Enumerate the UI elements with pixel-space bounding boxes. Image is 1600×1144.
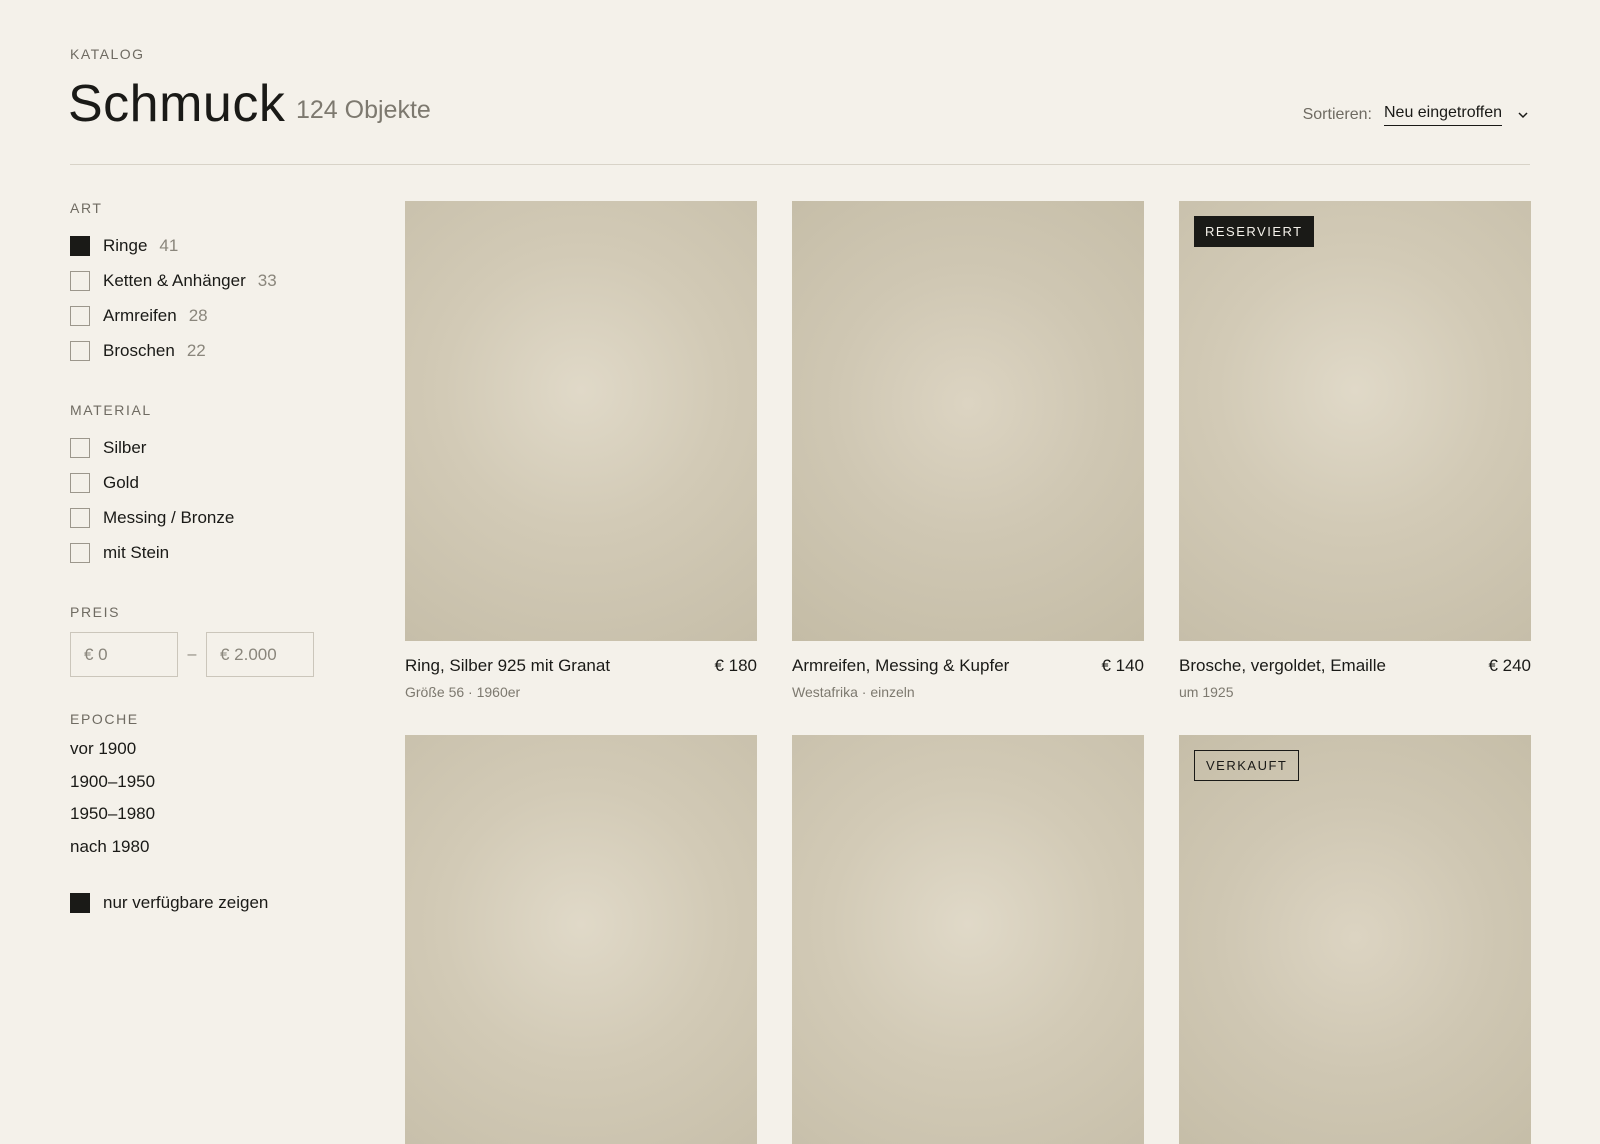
epoch-link[interactable]: 1900–1950 <box>70 766 330 799</box>
filter-label: nur verfügbare zeigen <box>103 892 269 912</box>
product-image[interactable] <box>792 201 1144 641</box>
product-price: € 180 <box>714 656 757 675</box>
filter-label: Messing / Bronze <box>103 507 235 527</box>
object-count: 124 Objekte <box>296 96 431 124</box>
epoch-link[interactable]: vor 1900 <box>70 733 330 766</box>
product-name[interactable]: Ring, Silber 925 mit Granat <box>405 656 610 676</box>
filter-group-preis: PREIS – <box>70 604 330 677</box>
filter-label: Gold <box>103 472 139 492</box>
product-name[interactable]: Brosche, vergoldet, Emaille <box>1179 656 1386 676</box>
product-card[interactable] <box>792 735 1144 1144</box>
product-card[interactable]: Ring, Silber 925 mit Granat € 180 Größe … <box>405 201 757 700</box>
filter-art-ringe[interactable]: Ringe 41 <box>70 228 330 263</box>
price-range: – <box>70 632 330 677</box>
price-separator: – <box>187 645 197 663</box>
sort-dropdown[interactable]: Neu eingetroffen <box>1383 104 1530 126</box>
sort-control: Sortieren: Neu eingetroffen <box>1303 104 1530 126</box>
catalog-eyebrow: KATALOG <box>70 46 145 62</box>
product-card[interactable]: Armreifen, Messing & Kupfer € 140 Westaf… <box>792 201 1144 700</box>
checkbox[interactable] <box>70 305 90 326</box>
product-name[interactable]: Armreifen, Messing & Kupfer <box>792 656 1009 676</box>
filter-group-art: ART Ringe 41 Ketten & Anhänger 33 Armrei… <box>70 200 330 368</box>
filter-group-material: MATERIAL Silber Gold Messing / Bronze mi… <box>70 402 330 570</box>
filter-material-stein[interactable]: mit Stein <box>70 535 330 570</box>
epoch-link[interactable]: 1950–1980 <box>70 798 330 831</box>
checkbox[interactable] <box>70 437 90 458</box>
product-image[interactable] <box>405 201 757 641</box>
product-price: € 240 <box>1488 656 1531 675</box>
filter-count: 33 <box>257 270 277 290</box>
product-image[interactable]: VERKAUFT <box>1179 735 1531 1144</box>
product-card[interactable]: VERKAUFT <box>1179 735 1531 1144</box>
catalog-page: KATALOG Schmuck 124 Objekte Sortieren: N… <box>0 0 1600 1144</box>
epoch-link[interactable]: nach 1980 <box>70 831 330 864</box>
filter-available-only[interactable]: nur verfügbare zeigen <box>70 885 330 920</box>
checkbox[interactable] <box>70 542 90 563</box>
product-card[interactable]: RESERVIERT Brosche, vergoldet, Emaille €… <box>1179 201 1531 700</box>
filter-heading-epoche: EPOCHE <box>70 711 139 727</box>
product-meta: Brosche, vergoldet, Emaille € 240 <box>1179 656 1531 676</box>
filter-label: Ringe <box>103 235 148 255</box>
filter-material-silber[interactable]: Silber <box>70 430 330 465</box>
checkbox[interactable] <box>70 892 90 913</box>
header-divider <box>70 164 1530 165</box>
product-subtitle: um 1925 <box>1179 684 1234 700</box>
filter-material-messing[interactable]: Messing / Bronze <box>70 500 330 535</box>
filter-sidebar: ART Ringe 41 Ketten & Anhänger 33 Armrei… <box>70 200 330 920</box>
filter-label: Ketten & Anhänger <box>103 270 246 290</box>
chevron-down-icon <box>1518 112 1528 119</box>
status-badge: RESERVIERT <box>1194 216 1314 247</box>
checkbox[interactable] <box>70 507 90 528</box>
filter-label: mit Stein <box>103 542 170 562</box>
filter-label: Broschen <box>103 340 175 360</box>
product-grid: Ring, Silber 925 mit Granat € 180 Größe … <box>405 201 1531 1144</box>
product-subtitle: Westafrika · einzeln <box>792 684 915 700</box>
product-image[interactable] <box>792 735 1144 1144</box>
page-title: Schmuck <box>68 75 286 133</box>
product-image[interactable] <box>405 735 757 1144</box>
filter-art-broschen[interactable]: Broschen 22 <box>70 333 330 368</box>
sort-label: Sortieren: <box>1302 106 1372 123</box>
product-price: € 140 <box>1101 656 1144 675</box>
filter-heading-preis: PREIS <box>70 604 121 620</box>
product-card[interactable] <box>405 735 757 1144</box>
price-max-input[interactable] <box>206 632 314 677</box>
product-subtitle: Größe 56 · 1960er <box>405 684 521 700</box>
product-image[interactable]: RESERVIERT <box>1179 201 1531 641</box>
product-meta: Armreifen, Messing & Kupfer € 140 <box>792 656 1144 676</box>
checkbox[interactable] <box>70 340 90 361</box>
filter-count: 22 <box>186 340 206 360</box>
filter-heading-art: ART <box>70 200 103 216</box>
price-min-input[interactable] <box>70 632 178 677</box>
filter-art-armreifen[interactable]: Armreifen 28 <box>70 298 330 333</box>
filter-label: Silber <box>103 437 147 457</box>
product-meta: Ring, Silber 925 mit Granat € 180 <box>405 656 757 676</box>
filter-heading-material: MATERIAL <box>70 402 152 418</box>
sort-value: Neu eingetroffen <box>1383 104 1502 126</box>
filter-group-epoche: EPOCHE vor 1900 1900–1950 1950–1980 nach… <box>70 711 330 863</box>
status-badge: VERKAUFT <box>1194 750 1300 781</box>
filter-count: 28 <box>188 305 208 325</box>
checkbox[interactable] <box>70 235 90 256</box>
filter-art-ketten[interactable]: Ketten & Anhänger 33 <box>70 263 330 298</box>
filter-label: Armreifen <box>103 305 177 325</box>
checkbox[interactable] <box>70 472 90 493</box>
checkbox[interactable] <box>70 270 90 291</box>
filter-material-gold[interactable]: Gold <box>70 465 330 500</box>
filter-count: 41 <box>159 235 179 255</box>
